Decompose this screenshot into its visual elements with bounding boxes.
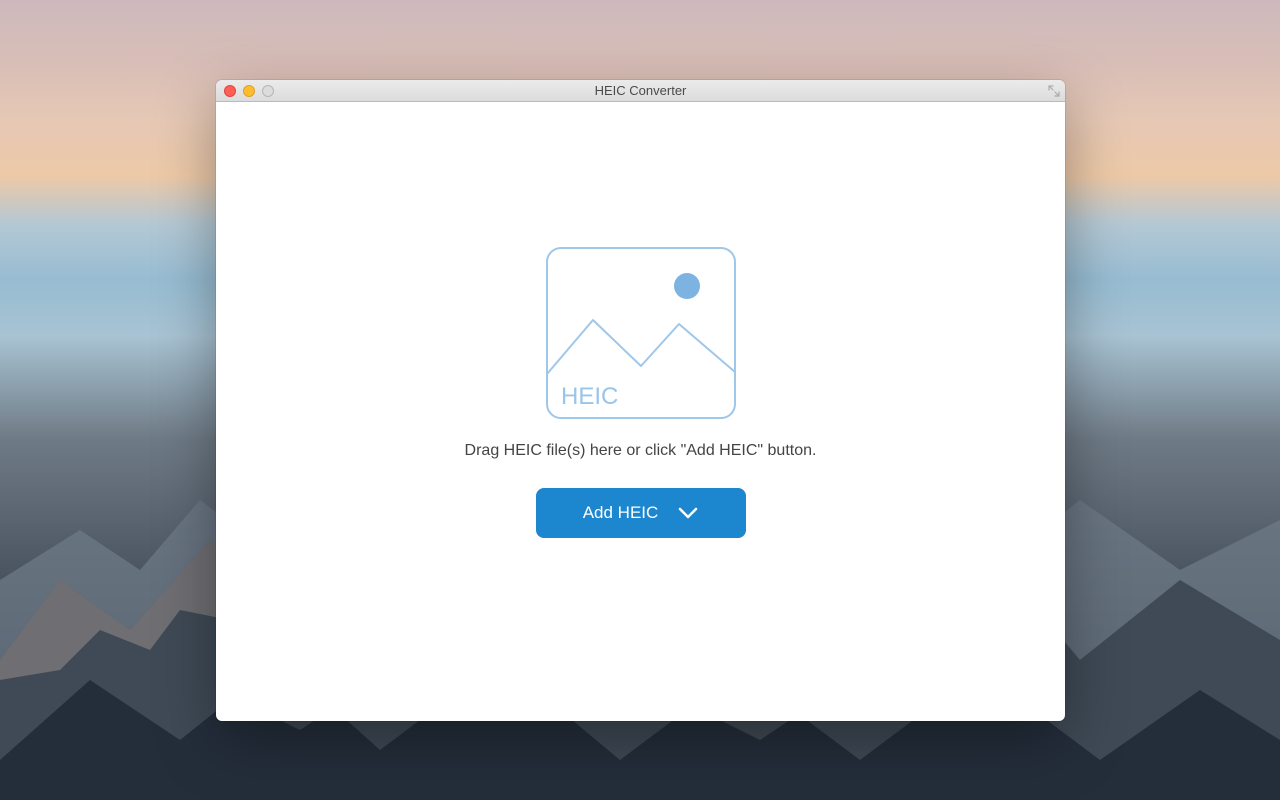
instruction-text: Drag HEIC file(s) here or click "Add HEI… [465,442,817,460]
chevron-down-icon [678,507,698,519]
fullscreen-icon[interactable] [1047,84,1061,98]
minimize-button[interactable] [243,85,255,97]
app-window: HEIC Converter HEIC Drag HEIC file(s) he… [216,80,1065,721]
heic-icon-label: HEIC [561,383,618,410]
add-heic-button-label: Add HEIC [583,503,659,523]
window-title: HEIC Converter [595,83,687,98]
heic-placeholder-icon: HEIC [545,246,737,420]
add-heic-button[interactable]: Add HEIC [536,488,746,538]
close-button[interactable] [224,85,236,97]
drop-zone[interactable]: HEIC Drag HEIC file(s) here or click "Ad… [216,102,1065,721]
zoom-button[interactable] [262,85,274,97]
window-controls [216,85,274,97]
window-titlebar[interactable]: HEIC Converter [216,80,1065,102]
